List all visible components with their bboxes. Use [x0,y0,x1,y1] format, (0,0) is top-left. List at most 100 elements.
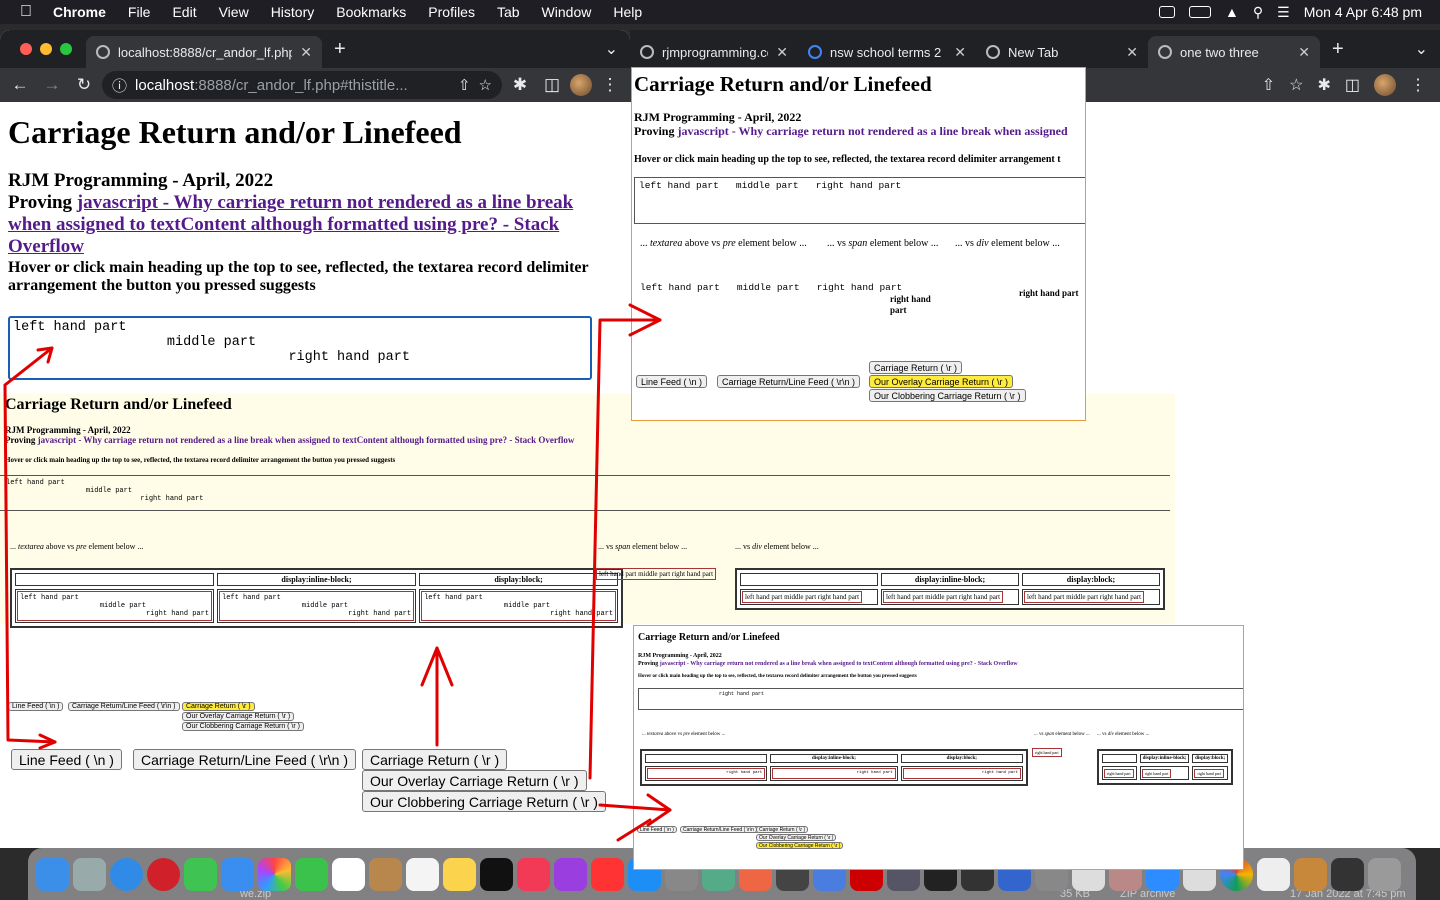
overlay-stackoverflow-link[interactable]: javascript - Why carriage return not ren… [677,124,1067,138]
clobbering-carriage-return-button[interactable]: Our Clobbering Carriage Return ( \r ) [362,791,606,812]
record-textarea[interactable]: left hand part middle part right hand pa… [8,316,592,380]
close-tab-icon[interactable]: ✕ [954,44,966,61]
side-panel-icon[interactable]: ◫ [1345,75,1360,95]
spotlight-search-icon[interactable]: ⚲ [1253,4,1263,21]
close-window-button[interactable] [20,43,32,55]
zoom-window-button[interactable] [60,43,72,55]
overlay2-overlay-cr-button[interactable]: Our Overlay Carriage Return ( \r ) [756,834,837,841]
wifi-icon[interactable]: ▲ [1225,4,1239,20]
overlay-line-feed-button[interactable]: Line Feed ( \n ) [636,375,708,388]
music-icon[interactable] [517,857,550,891]
overlay2-crlf-button[interactable]: Carriage Return/Line Feed ( \r\n ) [680,826,760,833]
close-tab-icon[interactable]: ✕ [300,44,312,61]
dock-app-icon[interactable] [1257,857,1290,891]
side-panel-icon[interactable]: ◫ [538,71,566,99]
launchpad-icon[interactable] [73,857,106,891]
close-tab-icon[interactable]: ✕ [776,44,788,61]
mini-overlay-cr-button[interactable]: Our Overlay Carriage Return ( \r ) [182,712,295,721]
page-title[interactable]: Carriage Return and/or Linefeed [8,114,462,151]
menu-edit[interactable]: Edit [161,4,207,20]
overlay-clobbering-cr-button[interactable]: Our Clobbering Carriage Return ( \r ) [869,389,1026,402]
new-tab-button[interactable]: + [1320,38,1356,61]
menu-profiles[interactable]: Profiles [417,4,486,20]
safari-icon[interactable] [110,857,143,891]
mini-clobbering-cr-button[interactable]: Our Clobbering Carriage Return ( \r ) [182,722,304,731]
downloads-folder-icon[interactable] [1294,857,1327,891]
tab-search-chevron-icon[interactable]: ⌄ [605,39,630,59]
apple-icon[interactable]:  [0,3,42,21]
menu-tab[interactable]: Tab [486,4,531,20]
bookmark-star-icon[interactable]: ☆ [1289,75,1303,95]
mini-line-feed-button[interactable]: Line Feed ( \n ) [8,702,64,711]
overlay-overlay-cr-button[interactable]: Our Overlay Carriage Return ( \r ) [869,375,1014,388]
overlay-crlf-button[interactable]: Carriage Return/Line Feed ( \r\n ) [717,375,861,388]
menu-file[interactable]: File [117,4,162,20]
menu-bookmarks[interactable]: Bookmarks [325,4,417,20]
site-info-icon[interactable]: ⓘ [112,75,127,96]
overlay2-clobbering-cr-button[interactable]: Our Clobbering Carriage Return ( \r ) [756,842,844,849]
mini-crlf-button[interactable]: Carriage Return/Line Feed ( \r\n ) [68,702,180,711]
tab-search-chevron-icon[interactable]: ⌄ [1415,39,1440,59]
more-menu-icon[interactable]: ⋮ [596,71,624,99]
menu-history[interactable]: History [260,4,326,20]
tab-new-tab[interactable]: New Tab ✕ [976,36,1148,68]
battery-icon[interactable] [1189,6,1212,18]
reload-icon[interactable]: ↻ [70,71,98,99]
menu-clock[interactable]: Mon 4 Apr 6:48 pm [1304,4,1422,20]
tab-one-two-three[interactable]: one two three ✕ [1148,36,1320,68]
screen-record-icon[interactable] [1159,6,1176,18]
reflection-textarea[interactable]: left hand part middle part right hand pa… [0,475,1170,511]
menu-app-name[interactable]: Chrome [42,4,117,20]
news-icon[interactable] [591,857,624,891]
overlay-textarea[interactable]: left hand part middle part right hand pa… [634,177,1085,224]
profile-avatar[interactable] [1374,74,1396,96]
finder-icon[interactable] [36,857,69,891]
mini-carriage-return-button[interactable]: Carriage Return ( \r ) [182,702,255,711]
tab-nsw-school-terms[interactable]: nsw school terms 2 ✕ [798,36,976,68]
address-bar[interactable]: ⓘ localhost:8888/cr_andor_lf.php#thistit… [102,71,502,99]
minimize-window-button[interactable] [40,43,52,55]
stackoverflow-link[interactable]: javascript - Why carriage return not ren… [8,192,573,257]
bookmark-star-icon[interactable]: ☆ [479,76,492,94]
more-menu-icon[interactable]: ⋮ [1410,75,1426,95]
notes-icon[interactable] [443,857,476,891]
profile-avatar[interactable] [570,74,592,96]
calendar-icon[interactable] [332,857,365,891]
share-icon[interactable]: ⇧ [458,76,471,94]
podcasts-icon[interactable] [554,857,587,891]
crlf-button[interactable]: Carriage Return/Line Feed ( \r\n ) [133,749,356,770]
apple-tv-icon[interactable] [480,857,513,891]
extensions-icon[interactable]: ✱ [1317,75,1330,95]
overlay-carriage-return-button[interactable]: Our Overlay Carriage Return ( \r ) [362,770,587,791]
share-icon[interactable]: ⇧ [1262,75,1275,95]
overlay-carriage-return-button[interactable]: Carriage Return ( \r ) [869,361,963,374]
overlay2-carriage-return-button[interactable]: Carriage Return ( \r ) [756,826,809,833]
menu-help[interactable]: Help [602,4,653,20]
dock-app-icon[interactable] [1331,857,1364,891]
reflection-stackoverflow-link[interactable]: javascript - Why carriage return not ren… [38,435,575,445]
overlay2-stackoverflow-link[interactable]: javascript - Why carriage return not ren… [660,661,1018,667]
close-tab-icon[interactable]: ✕ [1298,44,1310,61]
overlay2-line-feed-button[interactable]: Line Feed ( \n ) [637,826,677,833]
carriage-return-button[interactable]: Carriage Return ( \r ) [362,749,508,770]
new-tab-button[interactable]: + [322,38,358,61]
facetime-icon[interactable] [295,857,328,891]
trash-icon[interactable] [1368,857,1401,891]
forward-arrow-icon[interactable]: → [38,71,66,99]
extensions-icon[interactable]: ✱ [506,71,534,99]
opera-icon[interactable] [147,857,180,891]
photos-icon[interactable] [258,857,291,891]
back-arrow-icon[interactable]: ← [6,71,34,99]
messages-icon[interactable] [184,857,217,891]
tab-rjmprogramming[interactable]: rjmprogramming.co ✕ [630,36,798,68]
mail-icon[interactable] [221,857,254,891]
reminders-icon[interactable] [406,857,439,891]
menu-window[interactable]: Window [531,4,603,20]
line-feed-button[interactable]: Line Feed ( \n ) [11,749,122,770]
overlay2-textarea[interactable]: right hand part [638,688,1243,710]
control-center-icon[interactable]: ☰ [1277,4,1290,21]
tab-localhost[interactable]: localhost:8888/cr_andor_lf.php ✕ [86,36,322,68]
close-tab-icon[interactable]: ✕ [1126,44,1138,61]
menu-view[interactable]: View [208,4,260,20]
contacts-icon[interactable] [369,857,402,891]
